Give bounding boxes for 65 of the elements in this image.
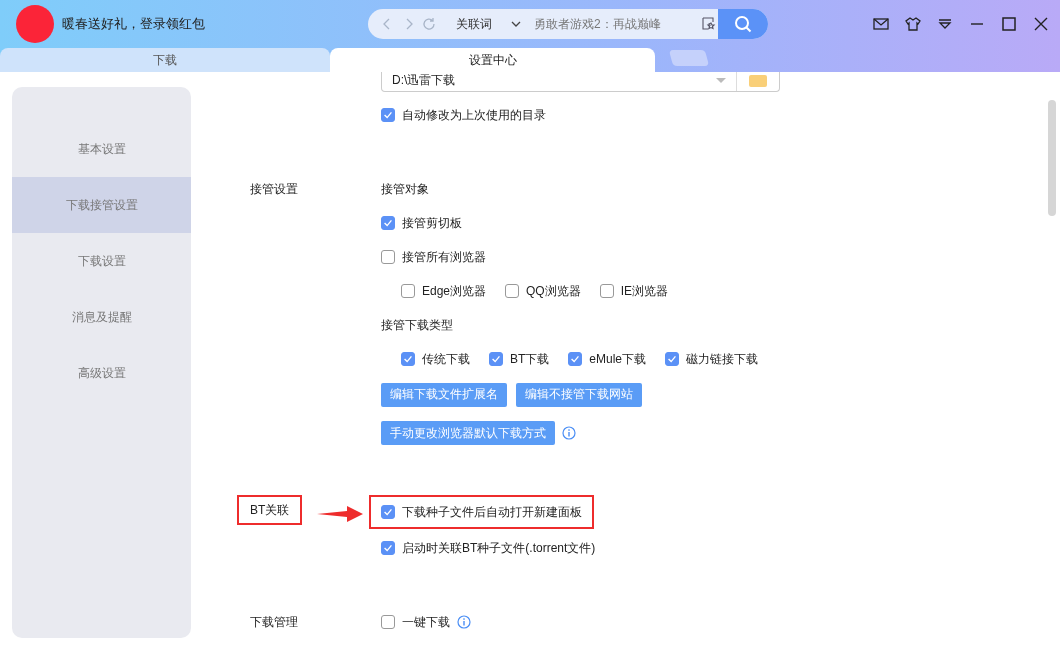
checkbox[interactable] (665, 352, 680, 366)
checkbox[interactable] (381, 505, 395, 519)
option-label: 自动修改为上次使用的目录 (402, 106, 546, 124)
option-label: 一键下载 (402, 613, 450, 631)
section-label: BT关联 (237, 495, 303, 525)
scrollbar[interactable] (1048, 100, 1056, 216)
checkbox[interactable] (381, 250, 395, 264)
checkbox[interactable] (381, 541, 395, 555)
tab[interactable]: 设置中心 (330, 48, 655, 72)
bookmark-icon[interactable] (700, 15, 718, 33)
checkbox[interactable] (568, 352, 583, 366)
checkbox[interactable] (381, 216, 395, 230)
search-scope[interactable]: 关联词 (456, 15, 492, 33)
search-field[interactable]: 勇敢者游戏2：再战巅峰 (532, 16, 676, 32)
info-icon[interactable] (457, 615, 471, 629)
check-icon (569, 353, 582, 365)
action-button[interactable]: 手动更改浏览器默认下载方式 (381, 421, 555, 445)
path-value: D:\迅雷下载 (392, 72, 457, 89)
checkbox[interactable] (505, 284, 520, 298)
option-label: eMule下载 (589, 350, 647, 368)
section-label: 下载管理 (250, 613, 298, 631)
info-icon[interactable] (562, 426, 576, 440)
checkbox[interactable] (401, 352, 415, 366)
check-icon (382, 506, 394, 518)
action-button[interactable]: 编辑下载文件扩展名 (381, 382, 507, 407)
promo-link[interactable]: 暖春送好礼，登录领红包 (62, 15, 362, 33)
tab[interactable]: 下载 (0, 48, 330, 72)
refresh-icon[interactable] (422, 16, 438, 32)
option-label: 下载种子文件后自动打开新建面板 (402, 503, 582, 521)
check-icon (490, 353, 502, 365)
mail-icon[interactable] (872, 15, 890, 33)
avatar[interactable] (16, 5, 54, 43)
close-icon[interactable] (1032, 15, 1050, 33)
option-label: QQ浏览器 (526, 282, 581, 300)
check-icon (382, 217, 394, 229)
sidebar-item[interactable]: 高级设置 (12, 345, 191, 401)
search-button[interactable] (718, 9, 768, 39)
check-icon (402, 353, 414, 365)
maximize-icon[interactable] (1000, 15, 1018, 33)
option-label: 接管剪切板 (402, 214, 462, 232)
sidebar-item[interactable]: 基本设置 (12, 121, 191, 177)
option-label: BT下载 (510, 350, 550, 368)
checkbox[interactable] (401, 284, 415, 298)
option-label: 接管所有浏览器 (402, 248, 486, 266)
search-icon (734, 15, 752, 33)
check-icon (382, 109, 394, 121)
check-icon (382, 542, 394, 554)
sidebar-item[interactable]: 消息及提醒 (12, 289, 191, 345)
option-label: 启动时关联BT种子文件(.torrent文件) (402, 539, 596, 557)
checkbox[interactable] (599, 284, 614, 298)
check-icon (666, 353, 679, 365)
option-label: 磁力链接下载 (686, 350, 759, 368)
checkbox[interactable] (489, 352, 503, 366)
checkbox[interactable] (381, 615, 395, 629)
shirt-icon[interactable] (904, 15, 922, 33)
sidebar-item[interactable]: 下载接管设置 (12, 177, 191, 233)
checkbox[interactable] (381, 108, 395, 122)
section-label: 接管设置 (250, 180, 298, 198)
group-heading: 接管对象 (381, 180, 429, 198)
option-label: 传统下载 (422, 350, 470, 368)
group-heading: 接管下载类型 (381, 316, 453, 334)
sidebar-item[interactable]: 下载设置 (12, 233, 191, 289)
action-button[interactable]: 编辑不接管下载网站 (516, 382, 642, 407)
option-label: IE浏览器 (620, 282, 669, 300)
option-label: Edge浏览器 (422, 282, 487, 300)
